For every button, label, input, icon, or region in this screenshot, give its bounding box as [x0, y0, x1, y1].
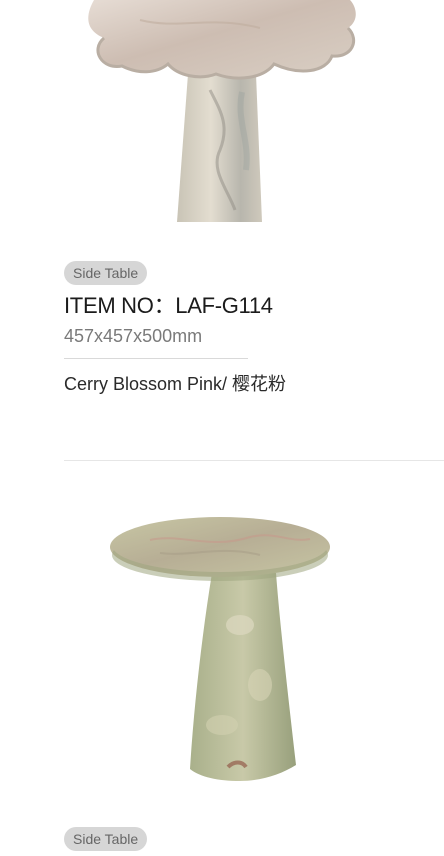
- item-number: ITEM NO：LAF-G114: [64, 293, 273, 318]
- category-tag[interactable]: Side Table: [64, 261, 148, 285]
- section-divider: [64, 460, 444, 461]
- category-tag[interactable]: Side Table: [64, 827, 148, 851]
- product-image-1[interactable]: [60, 0, 380, 240]
- material-name: Cerry Blossom Pink/ 樱花粉: [64, 374, 287, 394]
- product-image-2[interactable]: [90, 505, 350, 790]
- divider: [64, 358, 248, 359]
- dimensions: 457x457x500mm: [64, 326, 203, 346]
